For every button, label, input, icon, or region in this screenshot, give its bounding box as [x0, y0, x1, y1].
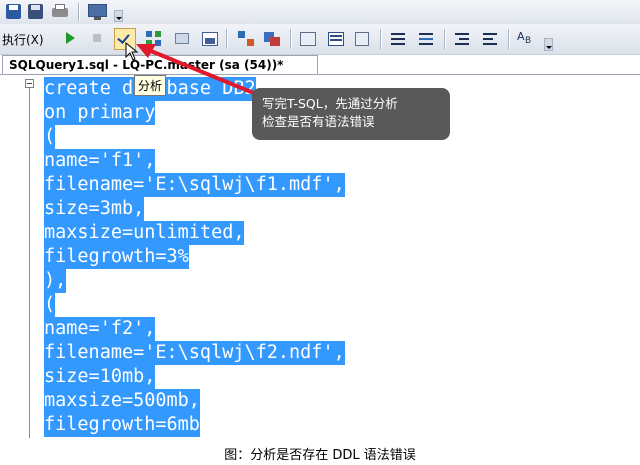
- toolbar-overflow-icon[interactable]: [114, 10, 123, 22]
- run-icon[interactable]: [66, 32, 75, 44]
- code-line[interactable]: maxsize=500mb,: [44, 389, 200, 413]
- uncomment-icon[interactable]: [416, 29, 436, 49]
- collapse-icon[interactable]: [25, 79, 34, 88]
- callout-line-2: 检查是否有语法错误: [262, 114, 375, 129]
- code-line[interactable]: size=10mb,: [44, 365, 156, 389]
- results-to-grid-icon[interactable]: [326, 29, 346, 49]
- code-line[interactable]: size=3mb,: [44, 197, 145, 221]
- code-line[interactable]: (: [44, 293, 56, 317]
- monitor-icon[interactable]: [86, 2, 110, 22]
- comment-out-icon[interactable]: [388, 29, 408, 49]
- save-icon[interactable]: [4, 2, 24, 22]
- specify-values-icon[interactable]: A B: [516, 29, 538, 49]
- code-line[interactable]: filegrowth=3%: [44, 245, 189, 269]
- red-arrow-annotation: [136, 44, 257, 96]
- callout-line-1: 写完T-SQL，先通过分析: [262, 96, 398, 111]
- results-to-text-icon[interactable]: [298, 29, 318, 49]
- outline-line: [29, 88, 30, 438]
- code-line[interactable]: ),: [44, 269, 67, 293]
- code-line[interactable]: (: [44, 125, 56, 149]
- decrease-indent-icon[interactable]: [452, 29, 472, 49]
- standard-toolbar: [0, 0, 640, 24]
- code-line[interactable]: name='f1',: [44, 149, 156, 173]
- code-line[interactable]: filegrowth=6mb: [44, 413, 200, 437]
- code-line[interactable]: filename='E:\sqlwj\f2.ndf',: [44, 341, 345, 365]
- execute-button[interactable]: 执行(X): [2, 31, 44, 48]
- save-all-icon[interactable]: [26, 2, 46, 22]
- code-line[interactable]: name='f2',: [44, 317, 156, 341]
- code-line[interactable]: filename='E:\sqlwj\f1.mdf',: [44, 173, 345, 197]
- code-line[interactable]: maxsize=unlimited,: [44, 221, 245, 245]
- callout-bubble: 写完T-SQL，先通过分析 检查是否有语法错误: [252, 88, 450, 140]
- increase-indent-icon[interactable]: [480, 29, 500, 49]
- toolbar-overflow-icon-2[interactable]: [544, 38, 553, 51]
- results-to-file-icon[interactable]: [352, 29, 372, 49]
- code-line[interactable]: on primary: [44, 101, 156, 125]
- print-icon[interactable]: [50, 2, 70, 22]
- figure-caption: 图：分析是否存在 DDL 语法错误: [224, 448, 416, 463]
- include-plan-icon[interactable]: [262, 29, 282, 49]
- sql-editor-toolbar: 执行(X) A B: [0, 24, 640, 55]
- stop-icon[interactable]: [93, 34, 101, 42]
